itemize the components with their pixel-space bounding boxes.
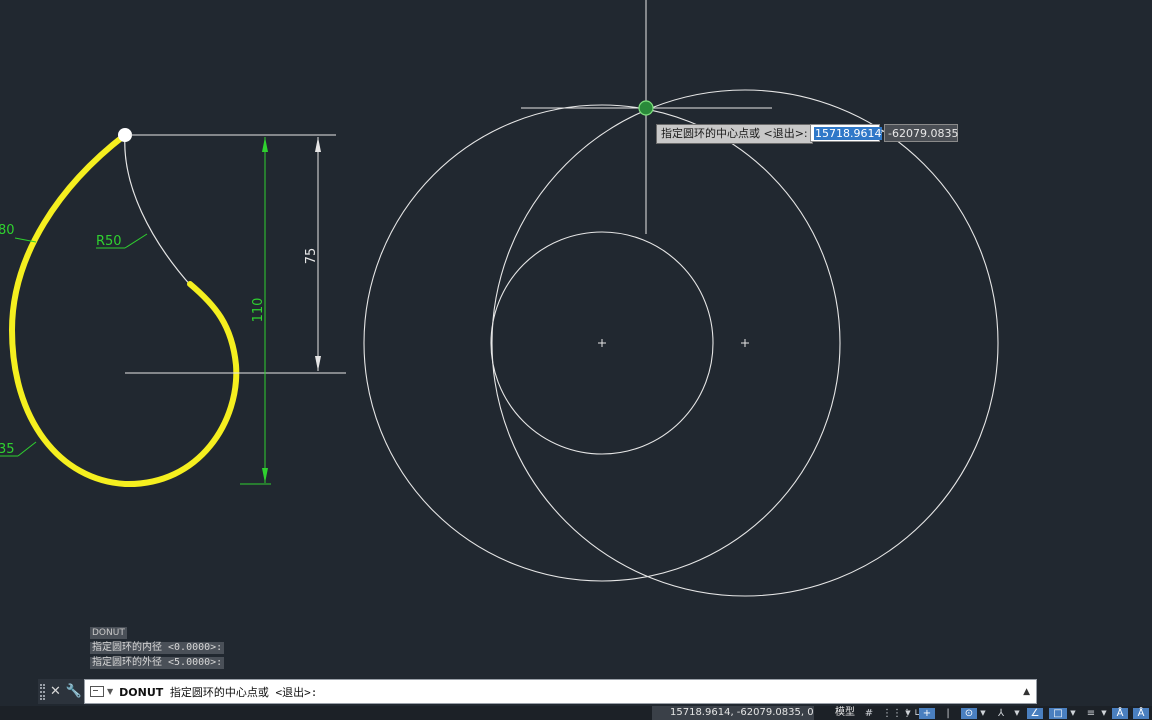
dimension-75-label: 75	[304, 248, 319, 265]
command-history: DONUT 指定圆环的内径 <0.0000>: 指定圆环的外径 <5.0000>…	[90, 627, 225, 672]
center-mark-left	[598, 339, 606, 347]
command-name: DONUT	[119, 685, 164, 699]
history-line: 指定圆环的内径 <0.0000>:	[90, 642, 225, 654]
history-line: DONUT	[90, 627, 127, 639]
radius-50-label: R50	[96, 234, 122, 249]
chevron-down-icon[interactable]: ▼	[904, 708, 912, 719]
drag-handle-icon[interactable]	[40, 683, 45, 700]
chevron-down-icon[interactable]: ▼	[107, 687, 113, 696]
drawing-canvas[interactable]: 75 110 80 R50 35	[0, 0, 1152, 720]
dynamic-input-y-field[interactable]: -62079.0835	[884, 124, 958, 142]
history-line: 指定圆环的外径 <5.0000>:	[90, 657, 225, 669]
command-line-tools: ✕ 🔧	[38, 679, 86, 704]
crosshair-cursor	[521, 0, 772, 234]
dynamic-input-prompt: 指定圆环的中心点或 <退出>:	[656, 124, 813, 144]
dynamic-input-toggle-icon[interactable]: +	[919, 708, 935, 719]
radius-dim-50[interactable]: R50	[96, 233, 148, 249]
center-mark-right	[741, 339, 749, 347]
chevron-down-icon[interactable]: ▼	[979, 708, 987, 719]
object-snap-icon[interactable]: □	[1049, 708, 1067, 719]
polar-tracking-icon[interactable]: ⊙	[961, 708, 977, 719]
lineweight-icon[interactable]: ≡	[1084, 708, 1098, 719]
wrench-icon[interactable]: 🔧	[66, 684, 82, 699]
close-icon[interactable]: ✕	[50, 684, 61, 699]
chevron-down-icon[interactable]: ▼	[1069, 708, 1077, 719]
dynamic-input-x-field[interactable]: 15718.9614	[810, 124, 883, 142]
r50-arc[interactable]	[124, 134, 193, 288]
command-line[interactable]: ▼ DONUT 指定圆环的中心点或 <退出>: ▲	[84, 679, 1037, 704]
radius-35-label: 35	[0, 442, 15, 457]
annotation-scale-icon[interactable]: Å	[1112, 708, 1128, 719]
command-prompt-text: 指定圆环的中心点或 <退出>:	[169, 685, 318, 699]
snap-marker-icon	[638, 100, 654, 116]
object-snap-tracking-icon[interactable]: ∠	[1027, 708, 1043, 719]
separator-icon: |	[946, 708, 950, 719]
grid-icon[interactable]: #	[862, 708, 876, 719]
coordinate-readout[interactable]: 15718.9614, -62079.0835, 0.0000	[652, 706, 814, 720]
radius-dim-35[interactable]: 35	[0, 441, 37, 457]
history-toggle-icon[interactable]: ▲	[1023, 687, 1030, 697]
isometric-icon[interactable]: ⅄	[994, 708, 1008, 719]
annotation-visibility-icon[interactable]: Å	[1133, 708, 1149, 719]
chevron-down-icon[interactable]: ▼	[1013, 708, 1021, 719]
radius-dim-80[interactable]: 80	[0, 223, 37, 243]
model-space-button[interactable]: 模型	[835, 706, 855, 720]
dimension-110[interactable]: 110	[240, 137, 271, 485]
grip-point[interactable]	[118, 128, 132, 142]
dynamic-input-x-value[interactable]: 15718.9614	[814, 127, 883, 140]
radius-80-label: 80	[0, 223, 15, 238]
teardrop-profile[interactable]	[8, 128, 240, 488]
dimension-75[interactable]: 75	[304, 137, 321, 371]
command-prompt-icon[interactable]	[90, 686, 104, 697]
chevron-down-icon[interactable]: ▼	[1100, 708, 1108, 719]
yellow-highlight-contour[interactable]	[8, 132, 240, 488]
command-line-text[interactable]: DONUT 指定圆环的中心点或 <退出>:	[119, 684, 317, 700]
dimension-110-label: 110	[251, 298, 266, 323]
snap-icon[interactable]: ⋮⋮⋮	[882, 708, 912, 719]
